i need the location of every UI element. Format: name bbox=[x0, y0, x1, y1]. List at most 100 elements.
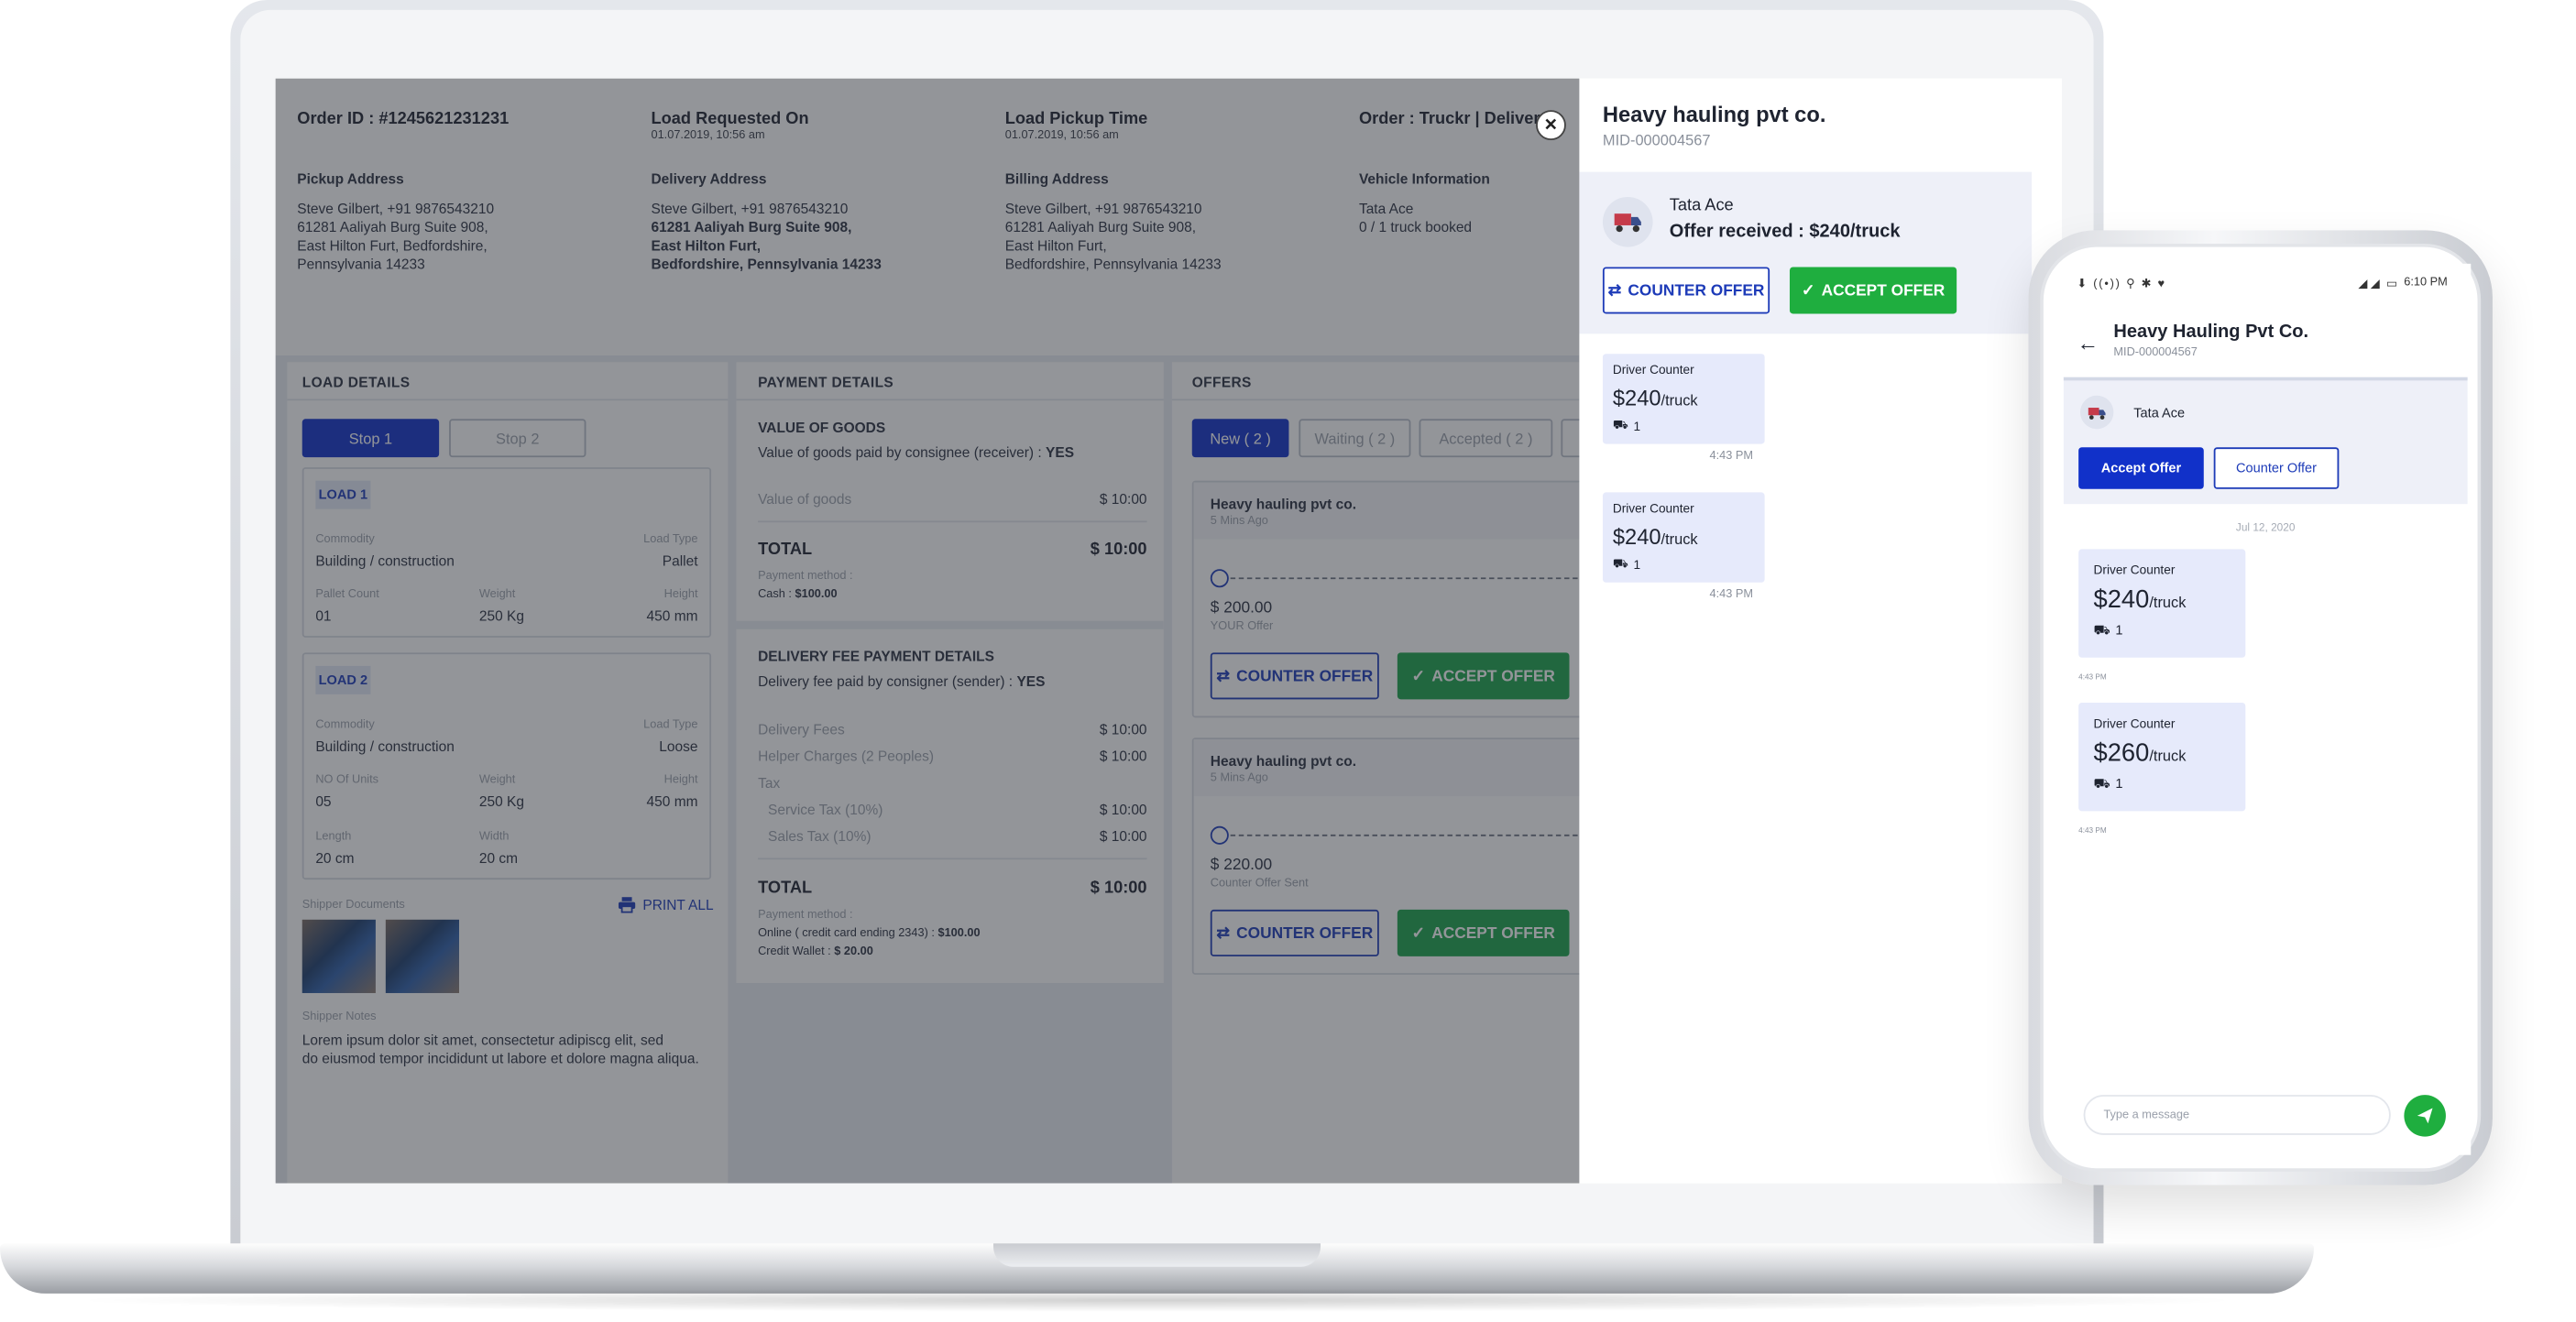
phone-screen: ⬇ ((•)) ⚲ ✱ ♥ ◢ ◢ ▭ 6:10 PM ← Heavy Haulin… bbox=[2063, 263, 2472, 1155]
phone-chat-bubble: Driver Counter $260/truck ⛟ 1 bbox=[2078, 702, 2246, 812]
offer-card: Heavy hauling pvt co. 5 Mins Ago $ 220.0… bbox=[1191, 737, 1580, 975]
offers-title: OFFERS bbox=[1191, 374, 1252, 391]
billing-address-label: Billing Address bbox=[1004, 169, 1109, 188]
offers-panel: OFFERS New ( 2 ) Waiting ( 2 ) Accepted … bbox=[1171, 362, 1580, 1184]
load-2-units: 05 bbox=[315, 792, 332, 810]
battery-icon: ▭ bbox=[2385, 279, 2397, 290]
phone-offer-summary: Tata Ace Accept Offer Counter Offer bbox=[2063, 377, 2468, 505]
offer-card: Heavy hauling pvt co. 5 Mins Ago $ 200.0… bbox=[1191, 480, 1580, 718]
goods-method: Cash : $100.00 bbox=[758, 589, 838, 601]
fee-row: Helper Charges (2 Peoples) $ 10:00 bbox=[758, 748, 1147, 765]
swap-icon: ⇄ bbox=[1216, 666, 1230, 685]
phone-mid: MID-000004567 bbox=[2113, 346, 2198, 359]
panel-counter-offer-button[interactable]: ⇄ COUNTER OFFER bbox=[1602, 267, 1770, 314]
stop-1-tab[interactable]: Stop 1 bbox=[301, 419, 440, 458]
counter-offer-button[interactable]: ⇄ COUNTER OFFER bbox=[1210, 652, 1379, 700]
laptop-notch bbox=[992, 1243, 1321, 1267]
swap-icon: ⇄ bbox=[1607, 280, 1622, 300]
message-time: 4:43 PM bbox=[2078, 825, 2107, 835]
phone-vehicle: Tata Ace bbox=[2133, 405, 2186, 421]
tax-row: Service Tax (10%) $ 10:00 bbox=[768, 801, 1147, 818]
message-input[interactable]: Type a message bbox=[2083, 1095, 2391, 1135]
online-payment: Online ( credit card ending 2343) : $100… bbox=[758, 927, 981, 940]
delivery-total-row: TOTAL $ 10:00 bbox=[758, 880, 1147, 899]
load-1-tag: LOAD 1 bbox=[315, 480, 371, 509]
delivery-address: Steve Gilbert, +91 9876543210 61281 Aali… bbox=[651, 200, 882, 272]
vehicle-label: Vehicle Information bbox=[1358, 169, 1490, 188]
check-icon: ✓ bbox=[1411, 923, 1425, 943]
negotiation-panel: Heavy hauling pvt co. MID-000004567 Tata… bbox=[1579, 78, 2062, 1184]
printer-icon bbox=[618, 897, 636, 913]
tab-more[interactable] bbox=[1561, 419, 1580, 458]
tab-waiting[interactable]: Waiting ( 2 ) bbox=[1299, 419, 1411, 458]
payment-details-panel: PAYMENT DETAILS VALUE OF GOODS Value of … bbox=[736, 362, 1164, 984]
panel-accept-offer-button[interactable]: ✓ ACCEPT OFFER bbox=[1789, 267, 1957, 314]
document-thumbnail-2[interactable] bbox=[385, 919, 459, 993]
check-icon: ✓ bbox=[1411, 666, 1425, 685]
tab-new[interactable]: New ( 2 ) bbox=[1191, 419, 1289, 458]
load-2-tag: LOAD 2 bbox=[315, 665, 371, 694]
truck-icon: ⛟ bbox=[1612, 417, 1629, 432]
payment-title: PAYMENT DETAILS bbox=[758, 374, 894, 391]
load-2-card: LOAD 2 Commodity Building / construction… bbox=[301, 652, 712, 880]
load-2-width: 20 cm bbox=[478, 849, 519, 867]
panel-company: Heavy hauling pvt co. bbox=[1602, 102, 1826, 127]
shipper-notes-label: Shipper Notes bbox=[301, 1011, 377, 1023]
order-page: Order ID : #1245621231231 Load Requested… bbox=[275, 78, 1580, 1184]
pickup-address: Steve Gilbert, +91 9876543210 61281 Aali… bbox=[297, 200, 495, 272]
wallet-payment: Credit Wallet : $ 20.00 bbox=[758, 945, 873, 958]
document-thumbnail-1[interactable] bbox=[301, 919, 376, 993]
requested-value: 01.07.2019, 10:56 am bbox=[651, 130, 765, 142]
message-time: 4:43 PM bbox=[1709, 589, 1754, 601]
billing-address: Steve Gilbert, +91 9876543210 61281 Aali… bbox=[1004, 200, 1222, 272]
pickup-address-label: Pickup Address bbox=[297, 169, 404, 188]
truck-avatar-icon bbox=[1602, 196, 1653, 247]
mockup-stage: Order ID : #1245621231231 Load Requested… bbox=[0, 0, 2576, 1322]
laptop-screen: Order ID : #1245621231231 Load Requested… bbox=[275, 78, 2062, 1184]
panel-mid: MID-000004567 bbox=[1602, 131, 1711, 149]
chat-bubble: Driver Counter $240/truck ⛟ 1 bbox=[1602, 492, 1765, 583]
delivery-fee-title: DELIVERY FEE PAYMENT DETAILS bbox=[758, 647, 994, 665]
counter-offer-button[interactable]: ⇄ COUNTER OFFER bbox=[1210, 909, 1379, 956]
truck-avatar-icon bbox=[2079, 395, 2114, 430]
accept-offer-button[interactable]: ✓ ACCEPT OFFER bbox=[1397, 652, 1570, 700]
close-icon[interactable]: ✕ bbox=[1536, 110, 1566, 141]
requested-label: Load Requested On bbox=[651, 110, 809, 129]
accept-offer-button[interactable]: ✓ ACCEPT OFFER bbox=[1397, 909, 1570, 956]
fee-row: Delivery Fees $ 10:00 bbox=[758, 721, 1147, 738]
message-time: 4:43 PM bbox=[1709, 450, 1754, 463]
load-details-panel: LOAD DETAILS Stop 1 Stop 2 LOAD 1 Commod… bbox=[287, 362, 729, 1184]
order-header: Order ID : #1245621231231 Load Requested… bbox=[275, 78, 1580, 356]
send-icon[interactable] bbox=[2404, 1095, 2446, 1137]
load-2-commodity: Building / construction bbox=[315, 737, 455, 755]
phone-accept-offer-button[interactable]: Accept Offer bbox=[2078, 447, 2204, 489]
shipper-docs-label: Shipper Documents bbox=[301, 899, 405, 912]
phone-counter-offer-button[interactable]: Counter Offer bbox=[2213, 447, 2340, 489]
pickup-time-label: Load Pickup Time bbox=[1004, 110, 1148, 129]
print-all-button[interactable]: PRINT ALL bbox=[618, 896, 714, 913]
truck-icon: ⛟ bbox=[2093, 622, 2110, 638]
load-2-weight: 250 Kg bbox=[478, 792, 524, 810]
tax-row: Sales Tax (10%) $ 10:00 bbox=[768, 827, 1147, 845]
load-1-commodity: Building / construction bbox=[315, 552, 455, 570]
pickup-time-value: 01.07.2019, 10:56 am bbox=[1004, 130, 1119, 142]
truck-icon: ⛟ bbox=[2093, 776, 2110, 792]
goods-total-row: TOTAL $ 10:00 bbox=[758, 541, 1147, 560]
panel-vehicle: Tata Ace bbox=[1669, 196, 1734, 216]
swap-icon: ⇄ bbox=[1216, 923, 1230, 943]
order-type: Order : Truckr | Delivery bbox=[1358, 110, 1550, 129]
phone-company: Heavy Hauling Pvt Co. bbox=[2113, 322, 2309, 343]
vehicle-info: Tata Ace 0 / 1 truck booked bbox=[1358, 200, 1473, 235]
delivery-paid-by: Delivery fee paid by consigner (sender) … bbox=[758, 672, 1046, 690]
chat-bubble: Driver Counter $240/truck ⛟ 1 bbox=[1602, 354, 1765, 444]
load-2-height: 450 mm bbox=[646, 792, 698, 810]
stop-2-tab[interactable]: Stop 2 bbox=[449, 419, 586, 458]
shipper-notes: Lorem ipsum dolor sit amet, consectetur … bbox=[301, 1031, 699, 1067]
delivery-address-label: Delivery Address bbox=[651, 169, 767, 188]
status-icons-left: ⬇ ((•)) ⚲ ✱ ♥ bbox=[2077, 279, 2166, 290]
load-1-type: Pallet bbox=[662, 552, 698, 570]
back-arrow-icon[interactable]: ← bbox=[2077, 331, 2099, 355]
tab-accepted[interactable]: Accepted ( 2 ) bbox=[1419, 419, 1553, 458]
load-2-type: Loose bbox=[659, 737, 698, 755]
message-time: 4:43 PM bbox=[2078, 672, 2107, 682]
